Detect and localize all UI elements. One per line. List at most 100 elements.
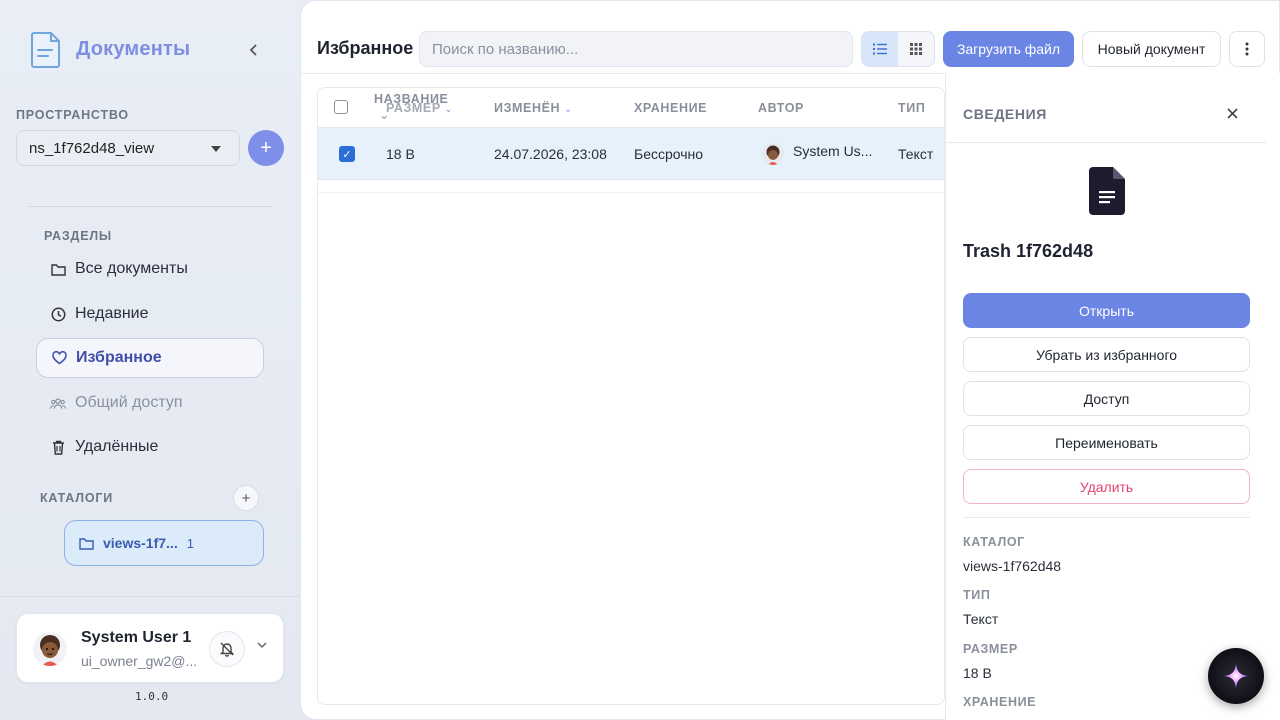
meta-type-value: Текст bbox=[963, 611, 999, 627]
avatar bbox=[762, 143, 784, 165]
add-namespace-button[interactable]: + bbox=[248, 130, 284, 166]
cell-size: 18 B bbox=[386, 146, 415, 162]
meta-storage-label: ХРАНЕНИЕ bbox=[963, 695, 1037, 709]
folder-icon bbox=[50, 261, 66, 277]
list-icon bbox=[873, 43, 887, 55]
nav-label: Удалённые bbox=[75, 438, 159, 455]
cell-modified: 24.07.2026, 23:08 bbox=[494, 146, 607, 162]
sidebar: Документы ПРОСТРАНСТВО ns_1f762d48_view … bbox=[0, 0, 300, 720]
column-storage[interactable]: ХРАНЕНИЕ bbox=[634, 101, 707, 115]
grid-view-button[interactable] bbox=[898, 32, 934, 66]
sparkle-icon bbox=[1224, 664, 1248, 688]
upload-file-button[interactable]: Загрузить файл bbox=[943, 31, 1074, 67]
sort-chevron-icon: ⌄ bbox=[564, 104, 573, 114]
table-header: НАЗВАНИЕ ⌄ РАЗМЕР ⌄ ИЗМЕНЁН ⌄ ХРАНЕНИЕ АВТ… bbox=[318, 88, 944, 128]
catalog-count: 1 bbox=[186, 535, 194, 551]
column-size-label: РАЗМЕР bbox=[386, 101, 441, 115]
documents-table: НАЗВАНИЕ ⌄ РАЗМЕР ⌄ ИЗМЕНЁН ⌄ ХРАНЕНИЕ АВТ… bbox=[317, 87, 945, 705]
open-button[interactable]: Открыть bbox=[963, 293, 1250, 328]
user-name: System User 1 bbox=[81, 629, 192, 646]
rename-button[interactable]: Переименовать bbox=[963, 425, 1250, 460]
new-document-button[interactable]: Новый документ bbox=[1082, 31, 1221, 67]
namespace-select[interactable]: ns_1f762d48_view bbox=[16, 130, 240, 166]
page-title: Избранное bbox=[317, 38, 414, 58]
brand-title: Документы bbox=[76, 37, 191, 60]
details-panel: СВЕДЕНИЯ Trash 1f762d48 Открыть Убрать и… bbox=[945, 73, 1280, 720]
chevron-left-icon bbox=[249, 44, 257, 56]
meta-catalog-value: views-1f762d48 bbox=[963, 558, 1062, 574]
assistant-button[interactable] bbox=[1208, 648, 1264, 704]
space-caption: ПРОСТРАНСТВО bbox=[16, 108, 129, 122]
nav-item-shared[interactable]: Общий доступ bbox=[36, 383, 264, 423]
meta-size-label: РАЗМЕР bbox=[963, 642, 1018, 656]
column-size[interactable]: РАЗМЕР ⌄ bbox=[386, 101, 453, 115]
view-toggle bbox=[861, 31, 935, 67]
access-button[interactable]: Доступ bbox=[963, 381, 1250, 416]
cell-storage: Бессрочно bbox=[634, 146, 704, 162]
users-icon bbox=[50, 395, 66, 411]
caret-down-icon bbox=[211, 146, 221, 152]
divider bbox=[946, 142, 1266, 143]
cell-author: System Us... bbox=[793, 143, 873, 159]
brand: Документы bbox=[30, 30, 190, 68]
sections-caption: РАЗДЕЛЫ bbox=[44, 229, 112, 243]
file-name: Trash 1f762d48 bbox=[963, 241, 1094, 261]
nav-label: Все документы bbox=[75, 260, 188, 277]
delete-button[interactable]: Удалить bbox=[963, 469, 1250, 504]
list-view-button[interactable] bbox=[862, 32, 898, 66]
cell-type: Текст bbox=[898, 146, 934, 162]
plus-icon: + bbox=[260, 136, 272, 159]
main-area: Избранное Загрузить файл Новый документ … bbox=[300, 0, 1280, 720]
namespace-value: ns_1f762d48_view bbox=[29, 139, 155, 157]
catalog-item[interactable]: views-1f7... 1 bbox=[64, 520, 264, 566]
divider bbox=[28, 206, 272, 207]
grid-icon bbox=[910, 43, 922, 55]
catalog-name: views-1f7... bbox=[103, 535, 178, 551]
more-menu-button[interactable] bbox=[1229, 31, 1265, 67]
column-author[interactable]: АВТОР bbox=[758, 101, 804, 115]
table-row[interactable]: ✓ 18 B 24.07.2026, 23:08 Бессрочно Syste… bbox=[318, 128, 944, 180]
column-modified[interactable]: ИЗМЕНЁН ⌄ bbox=[494, 101, 572, 115]
notifications-button[interactable] bbox=[209, 631, 245, 667]
avatar bbox=[33, 632, 67, 666]
app-version: 1.0.0 bbox=[135, 690, 169, 703]
chevron-down-icon[interactable] bbox=[257, 638, 267, 652]
folder-icon bbox=[79, 537, 94, 550]
divider bbox=[318, 192, 944, 193]
nav-item-favorites[interactable]: Избранное bbox=[36, 338, 264, 378]
meta-size-value: 18 B bbox=[963, 665, 992, 681]
plus-icon: + bbox=[241, 489, 251, 507]
close-details-button[interactable] bbox=[1222, 103, 1242, 123]
collapse-sidebar-button[interactable] bbox=[244, 40, 264, 60]
trash-icon bbox=[50, 439, 66, 455]
catalogs-caption: КАТАЛОГИ bbox=[40, 491, 114, 505]
meta-catalog-label: КАТАЛОГ bbox=[963, 535, 1025, 549]
unfavorite-button[interactable]: Убрать из избранного bbox=[963, 337, 1250, 372]
meta-type-label: ТИП bbox=[963, 588, 991, 602]
nav-label: Избранное bbox=[76, 349, 162, 366]
nav-item-deleted[interactable]: Удалённые bbox=[36, 427, 264, 467]
clock-icon bbox=[50, 306, 66, 322]
details-caption: СВЕДЕНИЯ bbox=[963, 106, 1047, 122]
user-card[interactable]: System User 1 ui_owner_gw2@... bbox=[16, 613, 284, 683]
bell-off-icon bbox=[219, 642, 235, 657]
more-vertical-icon bbox=[1245, 42, 1249, 56]
nav-label: Недавние bbox=[75, 305, 149, 322]
nav-item-recent[interactable]: Недавние bbox=[36, 294, 264, 334]
divider bbox=[0, 596, 300, 597]
row-checkbox[interactable]: ✓ bbox=[339, 146, 355, 162]
document-logo-icon bbox=[31, 32, 60, 68]
heart-icon bbox=[51, 350, 67, 366]
column-modified-label: ИЗМЕНЁН bbox=[494, 101, 561, 115]
nav-item-all-documents[interactable]: Все документы bbox=[36, 249, 264, 289]
nav-label: Общий доступ bbox=[75, 394, 183, 411]
divider bbox=[963, 517, 1250, 518]
sort-chevron-icon: ⌄ bbox=[444, 104, 453, 114]
column-type[interactable]: ТИП bbox=[898, 101, 925, 115]
search-input[interactable] bbox=[419, 31, 853, 67]
close-icon bbox=[1226, 107, 1238, 119]
text-file-icon bbox=[1089, 167, 1125, 215]
user-email: ui_owner_gw2@... bbox=[81, 653, 198, 669]
add-catalog-button[interactable]: + bbox=[233, 485, 259, 511]
select-all-checkbox[interactable] bbox=[334, 100, 348, 114]
